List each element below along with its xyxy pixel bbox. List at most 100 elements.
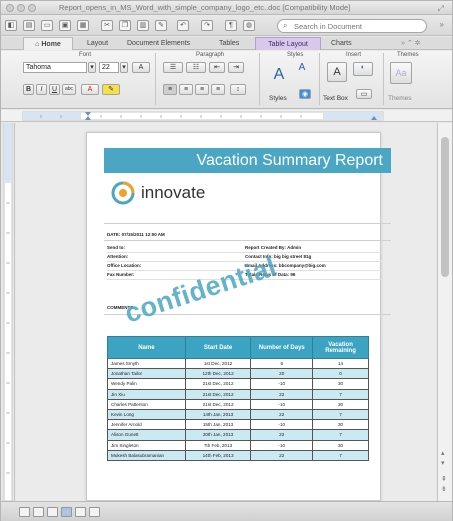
document-canvas[interactable]: Vacation Summary Report innovate DATE: 0… bbox=[16, 123, 436, 501]
publishing-view-icon[interactable] bbox=[47, 507, 58, 517]
fullscreen-icon[interactable]: ⤢ bbox=[438, 4, 444, 14]
table-row[interactable]: Alison Gunett 20th Jan, 2013 22 7 bbox=[107, 429, 369, 441]
search-input[interactable] bbox=[294, 21, 419, 31]
group-label-paragraph: Paragraph bbox=[196, 52, 225, 58]
table-row[interactable]: James Smyth 1st Dec, 2012 6 14 bbox=[107, 357, 369, 370]
tab-charts[interactable]: Charts bbox=[331, 37, 352, 50]
save-icon[interactable]: ▣ bbox=[59, 20, 71, 31]
search-icon: ⌕ bbox=[283, 21, 288, 30]
table-row[interactable]: Jennifer Arnold 15th Jan, 2013 -10 30 bbox=[107, 419, 369, 431]
font-size-dropdown-icon[interactable]: ▾ bbox=[120, 62, 128, 73]
scroll-up-icon[interactable]: ▴ bbox=[441, 449, 445, 457]
align-right-icon[interactable]: ≡ bbox=[195, 84, 209, 95]
gallery-icon[interactable]: ◧ bbox=[5, 20, 17, 31]
table-row[interactable]: Jim Singleton 7th Feb, 2013 -10 30 bbox=[107, 439, 369, 451]
tab-document-elements[interactable]: Document Elements bbox=[127, 37, 190, 50]
vertical-ruler-scale-icon bbox=[3, 122, 13, 502]
open-folder-icon[interactable]: ▭ bbox=[41, 20, 53, 31]
focus-view-icon[interactable] bbox=[89, 507, 100, 517]
themes-label: Themes bbox=[388, 95, 412, 102]
table-row[interactable]: Jonathan Tailor 12th Dec, 2012 20 0 bbox=[107, 368, 369, 380]
notebook-view-icon[interactable] bbox=[75, 507, 86, 517]
scroll-down-icon[interactable]: ▾ bbox=[441, 459, 445, 467]
grow-font-icon[interactable]: A bbox=[132, 62, 150, 73]
tab-tables[interactable]: Tables bbox=[219, 37, 239, 50]
styles-gallery-icon[interactable]: A bbox=[267, 62, 291, 90]
table-row[interactable]: Kevin Long 14th Jan, 2013 22 7 bbox=[107, 408, 369, 421]
pilcrow-icon[interactable]: ¶ bbox=[225, 20, 237, 31]
underline-button[interactable]: U bbox=[49, 84, 60, 95]
previous-page-icon[interactable]: ⇞ bbox=[441, 475, 447, 483]
font-color-icon[interactable]: A bbox=[81, 84, 99, 95]
increase-indent-icon[interactable]: ⇥ bbox=[228, 62, 244, 73]
print-layout-view-icon[interactable] bbox=[61, 507, 72, 517]
format-painter-icon[interactable]: ✎ bbox=[155, 20, 167, 31]
numbering-icon[interactable]: ☷ bbox=[186, 62, 206, 73]
cell-remaining: 7 bbox=[312, 408, 369, 421]
horizontal-ruler[interactable] bbox=[1, 110, 452, 122]
cell-days: 6 bbox=[250, 357, 314, 370]
cut-icon[interactable]: ✂ bbox=[101, 20, 113, 31]
cell-start-date: 21st Dec, 2012 bbox=[184, 398, 252, 410]
scroll-thumb[interactable] bbox=[441, 137, 449, 277]
logo-swirl-icon bbox=[111, 181, 135, 205]
copy-icon[interactable]: ❐ bbox=[119, 20, 131, 31]
italic-button[interactable]: I bbox=[36, 84, 47, 95]
table-row[interactable]: Wendy Palin 21st Dec, 2012 -10 30 bbox=[107, 378, 369, 390]
align-left-icon[interactable]: ≡ bbox=[163, 84, 177, 95]
column-header-name[interactable]: Name bbox=[107, 336, 186, 359]
strikethrough-button[interactable]: abc bbox=[62, 84, 76, 95]
column-header-number-of-days[interactable]: Number of Days bbox=[250, 336, 314, 359]
column-header-vacation-remaining[interactable]: Vacation Remaining bbox=[312, 336, 369, 359]
shape-icon[interactable]: ◐ bbox=[353, 62, 373, 76]
cell-start-date: 14th Feb, 2013 bbox=[184, 449, 252, 461]
font-size-select[interactable]: 22 bbox=[99, 62, 119, 73]
column-header-start-date[interactable]: Start Date bbox=[184, 336, 252, 359]
table-row[interactable]: Jin Xiu 21st Dec, 2012 22 7 bbox=[107, 388, 369, 400]
document-page[interactable]: Vacation Summary Report innovate DATE: 0… bbox=[86, 132, 391, 501]
outline-view-icon[interactable] bbox=[33, 507, 44, 517]
toolbar-overflow-icon[interactable]: » bbox=[440, 20, 444, 29]
zoom-window-button[interactable] bbox=[28, 4, 36, 12]
vertical-scrollbar[interactable]: ▴ ▾ ⇞ ⇟ bbox=[437, 123, 452, 501]
highlight-icon[interactable]: ✎ bbox=[102, 84, 120, 95]
bold-button[interactable]: B bbox=[23, 84, 34, 95]
text-box-icon[interactable]: A bbox=[327, 62, 347, 82]
search-box[interactable]: ⌕ bbox=[277, 19, 427, 33]
cell-start-date: 21st Dec, 2012 bbox=[184, 388, 252, 400]
draft-view-icon[interactable] bbox=[19, 507, 30, 517]
redo-icon[interactable]: ↷ bbox=[201, 20, 213, 31]
window-title: Report_opens_in_MS_Word_with_simple_comp… bbox=[59, 3, 351, 12]
text-effects-icon[interactable]: A bbox=[295, 62, 309, 76]
attention-label: Attention: bbox=[107, 254, 129, 259]
line-spacing-icon[interactable]: ↕ bbox=[230, 84, 246, 95]
vertical-ruler[interactable] bbox=[1, 122, 15, 502]
cell-name: James Smyth bbox=[107, 357, 186, 370]
cell-start-date: 15th Jan, 2013 bbox=[184, 419, 252, 431]
bullets-icon[interactable]: ☰ bbox=[163, 62, 183, 73]
cell-days: -10 bbox=[250, 398, 314, 410]
zoom-icon[interactable]: ◍ bbox=[243, 20, 255, 31]
tabs-overflow-icon[interactable]: » ⌃ ✲ bbox=[401, 37, 421, 50]
tab-layout[interactable]: Layout bbox=[87, 37, 108, 50]
table-row[interactable]: Charles Patterson 21st Dec, 2012 -10 30 bbox=[107, 398, 369, 410]
fax-number-label: Fax Number: bbox=[107, 272, 135, 277]
picture-icon[interactable]: ▭ bbox=[356, 89, 372, 99]
close-window-button[interactable] bbox=[6, 4, 14, 12]
font-name-dropdown-icon[interactable]: ▾ bbox=[88, 62, 96, 73]
tab-table-layout[interactable]: Table Layout bbox=[255, 37, 321, 50]
new-document-icon[interactable]: ▤ bbox=[23, 20, 35, 31]
font-name-select[interactable]: Tahoma bbox=[23, 62, 87, 73]
themes-icon[interactable]: Aa bbox=[390, 62, 412, 84]
minimize-window-button[interactable] bbox=[17, 4, 25, 12]
align-center-icon[interactable]: ≡ bbox=[179, 84, 193, 95]
undo-icon[interactable]: ↶ bbox=[177, 20, 189, 31]
styles-pane-icon[interactable]: ◉ bbox=[299, 89, 311, 99]
tab-home[interactable]: ⌂ Home bbox=[23, 37, 73, 50]
print-icon[interactable]: ▦ bbox=[77, 20, 89, 31]
next-page-icon[interactable]: ⇟ bbox=[441, 485, 447, 493]
table-row[interactable]: Mukesh Balasubramanian 14th Feb, 2013 22 7 bbox=[107, 449, 369, 461]
decrease-indent-icon[interactable]: ⇤ bbox=[209, 62, 225, 73]
paste-icon[interactable]: ▥ bbox=[137, 20, 149, 31]
justify-icon[interactable]: ≡ bbox=[211, 84, 225, 95]
